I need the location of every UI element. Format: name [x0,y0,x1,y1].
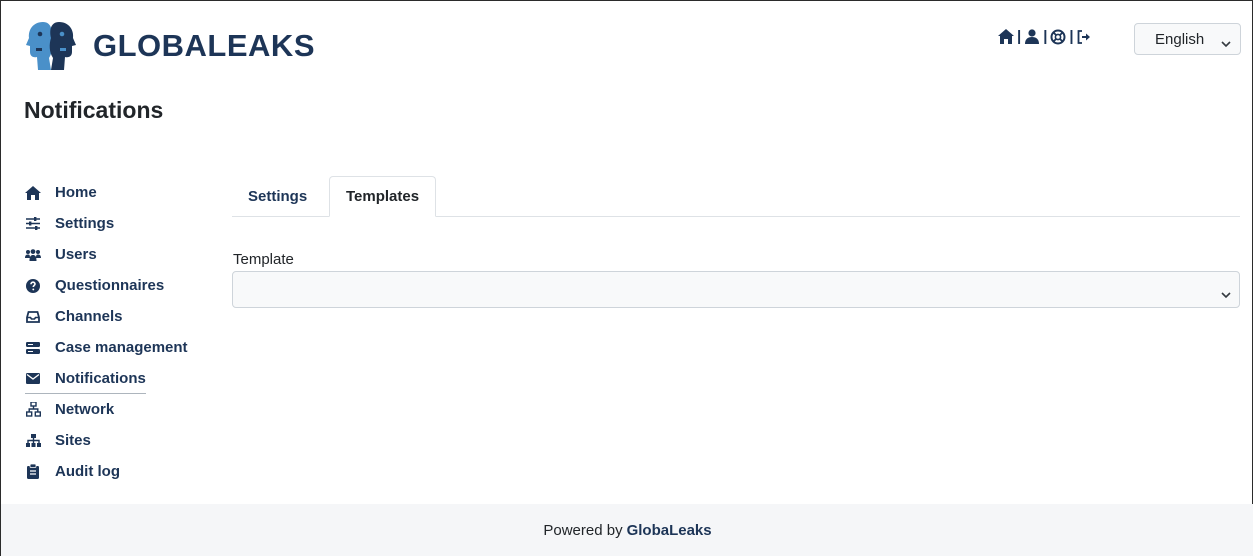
logout-icon[interactable] [1077,29,1093,45]
sidebar-item-label: Sites [55,432,91,449]
user-icon[interactable] [1024,29,1040,45]
brand-name: GLOBALEAKS [93,28,315,63]
sidebar-item-case-management[interactable]: Case management [25,332,188,363]
sidebar-item-channels[interactable]: Channels [25,301,123,332]
sidebar-item-label: Channels [55,308,123,325]
sliders-icon [25,216,41,232]
sidebar-item-notifications[interactable]: Notifications [25,363,146,394]
nav-separator: | [1017,28,1022,45]
sidebar-item-audit-log[interactable]: Audit log [25,456,120,487]
sidebar-item-network[interactable]: Network [25,394,114,425]
globaleaks-logo-icon [26,22,76,70]
tab-settings[interactable]: Settings [232,176,323,217]
footer-brand-link[interactable]: GlobaLeaks [627,522,712,539]
users-icon [25,247,41,263]
sidebar-item-label: Network [55,401,115,418]
chevron-down-icon [1221,286,1231,304]
home-icon [25,185,41,201]
sidebar-item-label: Case management [55,339,188,356]
sidebar-item-label: Settings [55,215,115,232]
template-select[interactable] [232,271,1240,308]
page-title: Notifications [24,97,164,123]
chevron-down-icon [1221,35,1231,52]
top-nav: | | | [998,28,1093,45]
home-icon[interactable] [998,29,1014,45]
envelope-icon [25,370,41,386]
header: GLOBALEAKS Notifications | | | English [1,1,1253,151]
sidebar-item-label: Users [55,246,97,263]
question-icon [25,278,41,294]
server-icon [25,340,41,356]
language-select[interactable]: English [1134,23,1241,55]
sidebar-item-label: Audit log [55,463,120,480]
sidebar-item-label: Home [55,184,97,201]
tab-bar: Settings Templates [232,176,1240,217]
nav-separator: | [1043,28,1048,45]
template-label: Template [233,251,294,268]
tab-templates[interactable]: Templates [329,176,437,217]
language-selected-value: English [1155,30,1205,48]
sitemap-icon [25,433,41,449]
sidebar-item-settings[interactable]: Settings [25,208,114,239]
nav-separator: | [1069,28,1074,45]
sidebar-item-sites[interactable]: Sites [25,425,91,456]
footer-prefix: Powered by [543,522,623,539]
sidebar: Home Settings Users Questionnaires Chann… [25,177,205,487]
logo[interactable]: GLOBALEAKS [23,18,315,74]
network-icon [25,402,41,418]
support-icon[interactable] [1050,29,1066,45]
sidebar-item-users[interactable]: Users [25,239,97,270]
footer: Powered by GlobaLeaks [1,504,1253,556]
inbox-icon [25,309,41,325]
clipboard-icon [25,464,41,480]
sidebar-item-label: Questionnaires [55,277,165,294]
sidebar-item-questionnaires[interactable]: Questionnaires [25,270,164,301]
sidebar-item-label: Notifications [55,369,146,387]
sidebar-item-home[interactable]: Home [25,177,97,208]
